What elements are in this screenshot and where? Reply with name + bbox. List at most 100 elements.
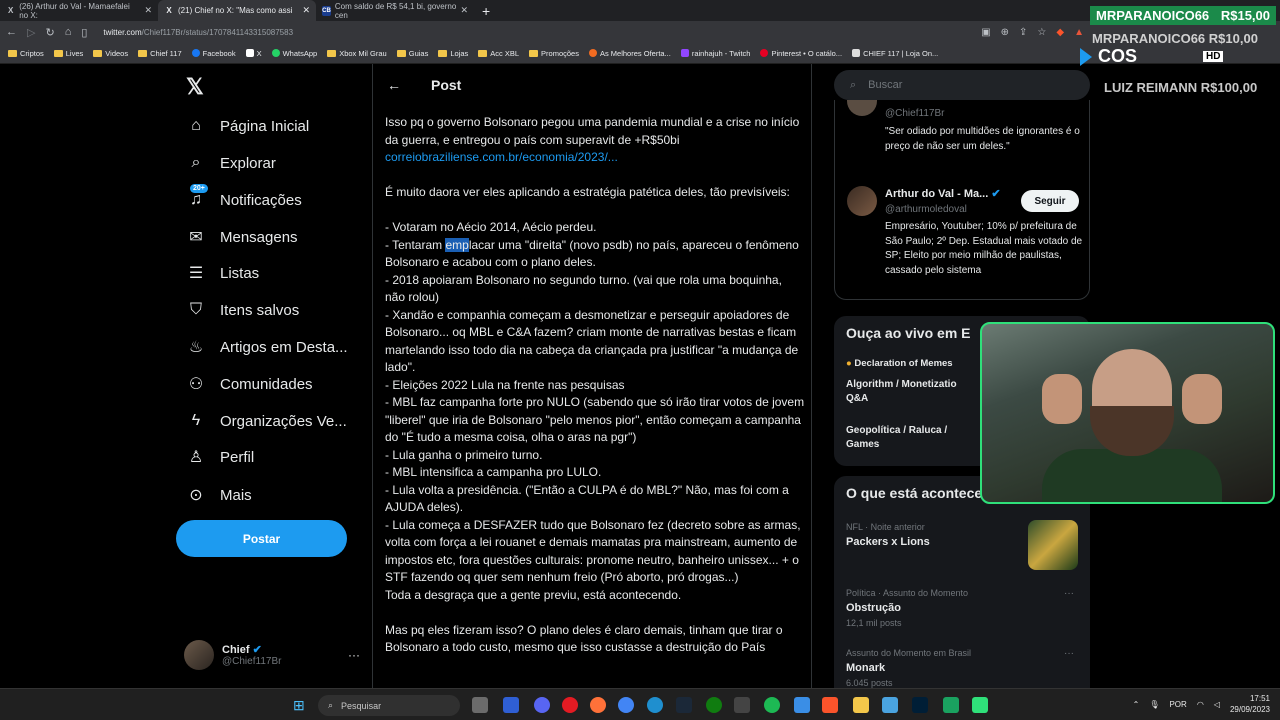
- sidebar-item-more[interactable]: ⊙ Mais: [186, 485, 251, 505]
- shield-icon[interactable]: [503, 697, 519, 713]
- bookmark-accxbl[interactable]: Acc XBL: [478, 49, 519, 58]
- x-logo-icon[interactable]: 𝕏: [186, 74, 204, 100]
- bookmark-icon[interactable]: ▯: [81, 26, 87, 39]
- sidebar-item-home[interactable]: ⌂ Página Inicial: [186, 116, 309, 136]
- forward-icon[interactable]: ▷: [27, 26, 35, 39]
- bookmark-lives[interactable]: Lives: [53, 49, 83, 58]
- bookmark-twitch[interactable]: rainhajuh - Twitch: [680, 49, 750, 58]
- sidebar-item-lists[interactable]: ☰ Listas: [186, 263, 259, 283]
- clock[interactable]: 17:51 29/09/2023: [1230, 693, 1270, 715]
- app-icon[interactable]: [734, 697, 750, 713]
- search-icon: ⌕: [850, 78, 857, 91]
- sidebar-item-messages[interactable]: ✉ Mensagens: [186, 227, 297, 247]
- post-button[interactable]: Postar: [176, 520, 347, 557]
- mic-icon[interactable]: 🎙: [1149, 700, 1159, 709]
- bookmark-facebook[interactable]: Facebook: [191, 49, 236, 58]
- bookmark-lojas[interactable]: Lojas: [438, 49, 468, 58]
- home-icon[interactable]: ⌂: [65, 26, 72, 38]
- back-arrow-icon[interactable]: ←: [387, 77, 401, 93]
- space-title[interactable]: Geopolítica / Raluca / Games: [846, 424, 971, 452]
- more-icon[interactable]: ···: [1064, 588, 1074, 599]
- tab-chief-post[interactable]: X (21) Chief no X: "Mas como assi ✕: [158, 0, 316, 21]
- back-icon[interactable]: ←: [6, 26, 17, 38]
- tab-arthur[interactable]: X (26) Arthur do Val - Mamaefalei no X: …: [0, 0, 158, 21]
- tab-correio[interactable]: CB Com saldo de R$ 54,1 bi, governo cen …: [316, 0, 474, 21]
- play-icon: [1080, 47, 1092, 66]
- photoshop-icon[interactable]: [912, 697, 928, 713]
- bookmark-criptos[interactable]: Criptos: [8, 49, 44, 58]
- camtasia-icon[interactable]: [943, 697, 959, 713]
- community-icon: ⚇: [188, 376, 204, 393]
- notepad-icon[interactable]: [882, 697, 898, 713]
- bookmark-promocoes[interactable]: Promoções: [529, 49, 579, 58]
- space-title[interactable]: Algorithm / Monetizatio Q&A: [846, 378, 971, 406]
- xbox-icon[interactable]: [706, 697, 722, 713]
- rewards-icon[interactable]: ▲: [1074, 27, 1084, 38]
- sidebar-item-communities[interactable]: ⚇ Comunidades: [186, 374, 313, 394]
- profile-name: Chief ✔: [222, 644, 262, 656]
- folder-icon[interactable]: [853, 697, 869, 713]
- volume-icon[interactable]: ◁: [1214, 700, 1220, 709]
- more-icon[interactable]: ···: [348, 648, 360, 662]
- bookmark-xbox[interactable]: Xbox Mil Grau: [327, 49, 387, 58]
- new-tab-button[interactable]: +: [474, 0, 498, 21]
- windows-start-icon[interactable]: ⊞: [293, 697, 305, 714]
- install-icon[interactable]: ▣: [981, 27, 990, 38]
- sidebar-item-notifications[interactable]: ♫ 20+ Notificações: [186, 184, 302, 210]
- share-icon[interactable]: ⇪: [1019, 27, 1027, 38]
- mail-icon[interactable]: [794, 697, 810, 713]
- trend-item[interactable]: Política · Assunto do Momento Obstrução …: [846, 588, 968, 628]
- search-input[interactable]: ⌕ Buscar: [834, 70, 1090, 100]
- bookmark-videos[interactable]: Videos: [93, 49, 128, 58]
- host-avatar-icon: ●: [846, 358, 852, 369]
- bookmark-loja-chief[interactable]: CHIEF 117 | Loja On...: [852, 49, 938, 58]
- tab-label: Com saldo de R$ 54,1 bi, governo cen: [334, 1, 457, 20]
- whatsapp-icon: [271, 49, 280, 57]
- stream-app-icon[interactable]: [972, 697, 988, 713]
- bookmark-x[interactable]: X: [245, 49, 262, 58]
- post-list-item: - Votaram no Aécio 2014, Aécio perdeu.: [385, 220, 597, 234]
- brave-icon[interactable]: [822, 697, 838, 713]
- edge-icon[interactable]: [647, 697, 663, 713]
- sidebar-item-explore[interactable]: ⌕ Explorar: [186, 153, 276, 173]
- sidebar-item-organizations[interactable]: ϟ Organizações Ve...: [186, 411, 347, 431]
- post-link[interactable]: correiobraziliense.com.br/economia/2023/…: [385, 150, 618, 164]
- verified-icon: ✔: [252, 644, 262, 656]
- sidebar-item-articles[interactable]: ♨ Artigos em Desta...: [186, 337, 348, 357]
- url-field[interactable]: twitter.com/Chief117Br/status/1707841143…: [103, 28, 293, 37]
- sidebar-item-profile[interactable]: ♙ Perfil: [186, 447, 254, 467]
- taskbar-search[interactable]: ⌕ Pesquisar: [318, 695, 460, 716]
- close-icon[interactable]: ✕: [460, 5, 468, 16]
- firefox-icon[interactable]: [590, 697, 606, 713]
- avatar[interactable]: [847, 186, 877, 216]
- bookmark-chief117[interactable]: Chief 117: [138, 49, 182, 58]
- zoom-icon[interactable]: ⊕: [1001, 27, 1009, 38]
- bookmark-whatsapp[interactable]: WhatsApp: [271, 49, 317, 58]
- spotify-icon[interactable]: [764, 697, 780, 713]
- sidebar-item-bookmarks[interactable]: ⛉ Itens salvos: [186, 300, 299, 320]
- bookmark-ofertas[interactable]: As Melhores Oferta...: [588, 49, 671, 58]
- trend-item[interactable]: Assunto do Momento em Brasil Monark 6.04…: [846, 648, 971, 688]
- brave-shield-icon[interactable]: ◆: [1056, 27, 1064, 38]
- reload-icon[interactable]: ↻: [45, 26, 54, 39]
- sidebar: 𝕏 ⌂ Página Inicial ⌕ Explorar ♫ 20+ Notifica…: [176, 64, 366, 688]
- taskview-icon[interactable]: [472, 697, 488, 713]
- close-icon[interactable]: ✕: [302, 5, 310, 16]
- chrome-icon[interactable]: [618, 697, 634, 713]
- follow-button[interactable]: Seguir: [1021, 190, 1079, 212]
- steam-icon[interactable]: [676, 697, 692, 713]
- more-icon[interactable]: ···: [1064, 648, 1074, 659]
- user-name[interactable]: Arthur do Val - Ma... ✔: [885, 187, 1001, 200]
- star-icon[interactable]: ☆: [1037, 27, 1046, 38]
- trend-item[interactable]: NFL · Noite anterior Packers x Lions: [846, 522, 930, 548]
- close-icon[interactable]: ✕: [144, 5, 152, 16]
- store-icon: [852, 49, 861, 57]
- bookmark-pinterest[interactable]: Pinterest • O catálo...: [760, 49, 842, 58]
- chevron-up-icon[interactable]: ⌃: [1133, 700, 1140, 709]
- language-indicator[interactable]: POR: [1169, 700, 1186, 709]
- opera-icon[interactable]: [562, 697, 578, 713]
- discord-icon[interactable]: [534, 697, 550, 713]
- wifi-icon[interactable]: ◠: [1197, 700, 1204, 709]
- bookmark-guias[interactable]: Guias: [396, 49, 428, 58]
- account-switcher[interactable]: Chief ✔ @Chief117Br ···: [184, 640, 360, 670]
